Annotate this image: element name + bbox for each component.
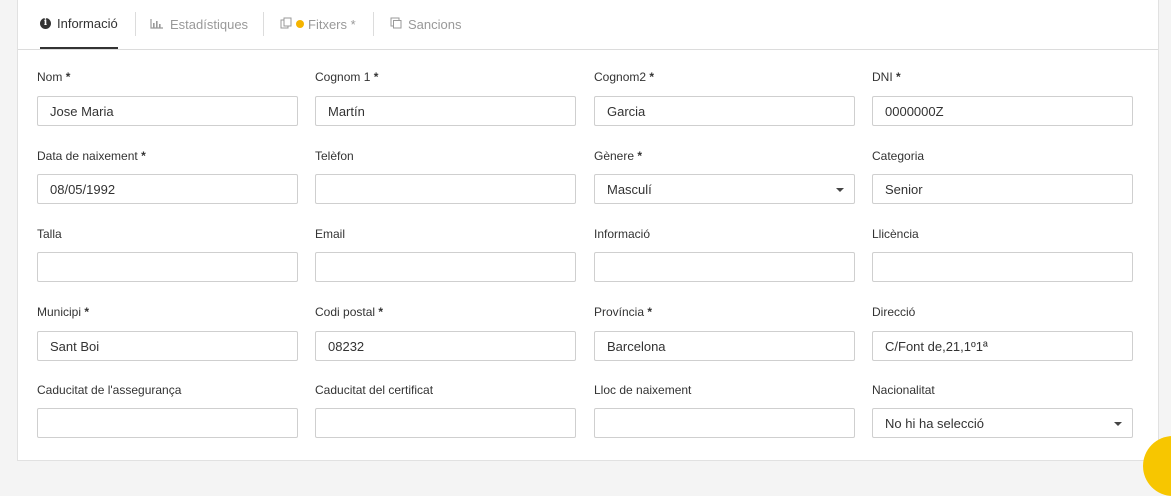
provincia-label: Província * <box>594 305 653 319</box>
tab-separator <box>373 12 374 36</box>
chevron-down-icon <box>836 188 844 192</box>
genere-label: Gènere * <box>594 149 643 163</box>
chevron-down-icon <box>1114 422 1122 426</box>
tab-informacio[interactable]: i Informació <box>40 0 118 49</box>
files-icon <box>280 17 292 32</box>
tab-separator <box>263 12 264 36</box>
cognom1-label: Cognom 1 * <box>315 70 379 84</box>
caducitat-assegurança-input[interactable] <box>37 408 298 438</box>
genere-select[interactable]: Masculí <box>594 174 855 204</box>
talla-label: Talla <box>37 227 62 241</box>
info-circle-icon: i <box>40 18 51 29</box>
nacionalitat-selected-value: No hi ha selecció <box>885 415 984 431</box>
cognom2-input[interactable] <box>594 96 855 126</box>
email-label: Email <box>315 227 346 241</box>
direccio-label: Direcció <box>872 305 916 319</box>
copy-icon <box>390 17 402 32</box>
provincia-input[interactable] <box>594 331 855 361</box>
tab-fitxers[interactable]: Fitxers * <box>280 0 356 48</box>
player-form-panel: i Informació Estadístiques Fitxers * San… <box>17 0 1159 461</box>
data-naixement-input[interactable] <box>37 174 298 204</box>
dni-label: DNI * <box>872 70 901 84</box>
genere-selected-value: Masculí <box>607 181 652 197</box>
nacionalitat-label: Nacionalitat <box>872 383 935 397</box>
codi-postal-input[interactable] <box>315 331 576 361</box>
nom-label: Nom * <box>37 70 71 84</box>
cognom2-label: Cognom2 * <box>594 70 655 84</box>
caducitat-assegurança-label: Caducitat de l'assegurança <box>37 383 182 397</box>
cognom1-input[interactable] <box>315 96 576 126</box>
data-naixement-label: Data de naixement * <box>37 149 146 163</box>
codi-postal-label: Codi postal * <box>315 305 384 319</box>
telefon-label: Telèfon <box>315 149 354 163</box>
tab-sancions[interactable]: Sancions <box>390 0 461 48</box>
talla-input[interactable] <box>37 252 298 282</box>
tab-label: Informació <box>57 16 118 31</box>
informacio-label: Informació <box>594 227 651 241</box>
bar-chart-icon <box>150 17 164 32</box>
tab-label: Fitxers * <box>308 16 356 32</box>
caducitat-certificat-input[interactable] <box>315 408 576 438</box>
tab-separator <box>135 12 136 36</box>
municipi-label: Municipi * <box>37 305 90 319</box>
nom-input[interactable] <box>37 96 298 126</box>
tab-label: Estadístiques <box>170 16 249 32</box>
tab-label: Sancions <box>408 16 462 32</box>
dni-input[interactable] <box>872 96 1133 126</box>
lloc-naixement-input[interactable] <box>594 408 855 438</box>
informacio-input[interactable] <box>594 252 855 282</box>
tab-estadistiques[interactable]: Estadístiques <box>150 0 248 48</box>
direccio-input[interactable] <box>872 331 1133 361</box>
municipi-input[interactable] <box>37 331 298 361</box>
lloc-naixement-label: Lloc de naixement <box>594 383 692 397</box>
warning-icon <box>296 20 304 28</box>
llicencia-label: Llicència <box>872 227 919 241</box>
categoria-label: Categoria <box>872 149 925 163</box>
nacionalitat-select[interactable]: No hi ha selecció <box>872 408 1133 438</box>
email-field[interactable] <box>315 252 576 282</box>
caducitat-certificat-label: Caducitat del certificat <box>315 383 434 397</box>
categoria-input[interactable] <box>872 174 1133 204</box>
llicencia-input[interactable] <box>872 252 1133 282</box>
telefon-input[interactable] <box>315 174 576 204</box>
tab-bar: i Informació Estadístiques Fitxers * San… <box>18 0 1158 50</box>
